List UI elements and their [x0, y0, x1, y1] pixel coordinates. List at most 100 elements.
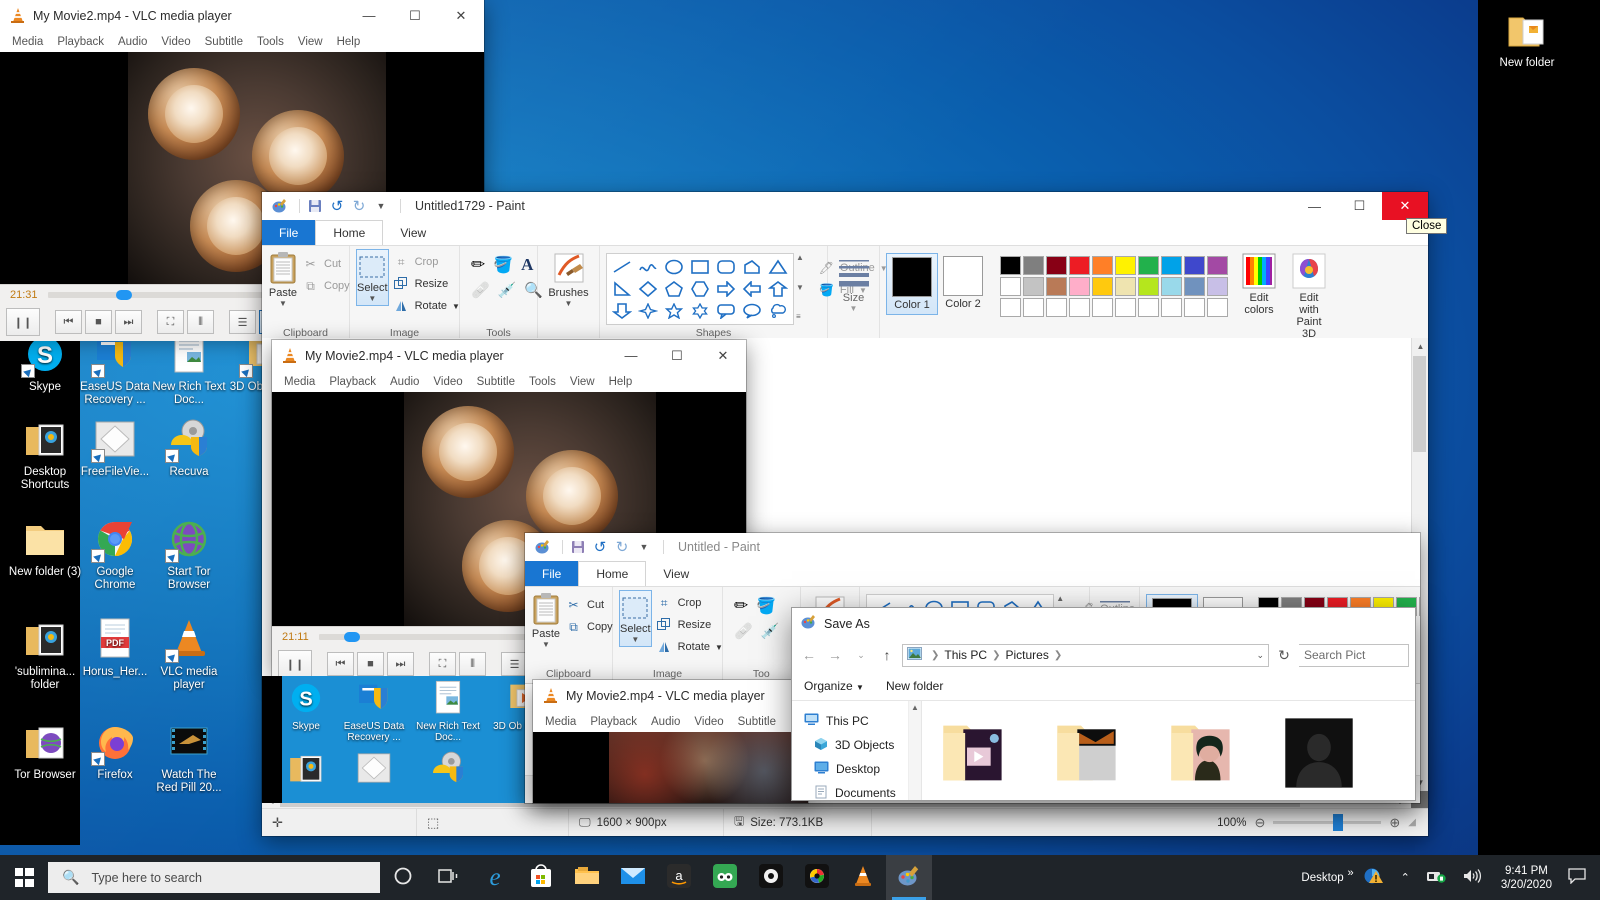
color-swatch-2-8[interactable]	[1161, 277, 1182, 296]
save-as-titlebar[interactable]: Save As	[792, 608, 1415, 639]
save-as-command-bar[interactable]: Organize ▼ New folder	[792, 671, 1415, 701]
taskbar-app-edge[interactable]: e	[472, 855, 518, 900]
menu-item-subtitle[interactable]: Subtitle	[205, 36, 253, 48]
taskbar-app-amazon[interactable]: a	[656, 855, 702, 900]
refresh-button[interactable]: ↻	[1273, 644, 1295, 666]
desktop-icon-easeus-data-recovery[interactable]: EaseUS Data Recovery ...	[78, 330, 152, 407]
color-picker-icon[interactable]: 💉	[761, 622, 780, 640]
taskbar-app-vlc[interactable]	[840, 855, 886, 900]
desktop-icon-watch-the-red-pill-20[interactable]: Watch The Red Pill 20...	[152, 718, 226, 795]
vlc-back-titlebar[interactable]: My Movie2.mp4 - VLC media player — ☐ ✕	[0, 0, 484, 31]
taskbar-search-box[interactable]: 🔍 Type here to search	[48, 862, 380, 893]
color-swatch-1-9[interactable]	[1184, 256, 1205, 275]
paint-back-quick-access-toolbar[interactable]: ↺ ↻ ▼ Untitled1729 - Paint — ☐ ✕	[262, 192, 1428, 220]
close-button[interactable]: ✕	[700, 340, 746, 371]
shapes-scroll-down-icon[interactable]: ▼	[796, 283, 804, 292]
desktop-icon-google-chrome[interactable]: Google Chrome	[78, 515, 152, 592]
pause-button[interactable]: ❙❙	[6, 308, 40, 336]
shape-triangle[interactable]	[765, 256, 791, 278]
rotate-button[interactable]: Rotate ▼	[652, 636, 727, 658]
taskbar-app-explorer[interactable]	[564, 855, 610, 900]
crop-button[interactable]: ⌗ Crop	[389, 251, 464, 273]
color-swatch-1-2[interactable]	[1023, 256, 1044, 275]
menu-item-tools[interactable]: Tools	[257, 36, 294, 48]
color-swatch-1-10[interactable]	[1207, 256, 1228, 275]
color-swatch-2-5[interactable]	[1092, 277, 1113, 296]
network-icon[interactable]	[1419, 868, 1453, 887]
taskbar-app-mail[interactable]	[610, 855, 656, 900]
shape-down-arrow[interactable]	[609, 300, 635, 322]
security-warning-icon[interactable]	[1356, 865, 1392, 890]
color-swatch-1-8[interactable]	[1161, 256, 1182, 275]
close-button[interactable]: ✕	[438, 0, 484, 31]
taskbar-clock[interactable]: 9:41 PM 3/20/2020	[1491, 864, 1562, 892]
color-swatch-1-1[interactable]	[1000, 256, 1021, 275]
desktop-icon-freefilevie[interactable]: FreeFileVie...	[78, 415, 152, 479]
save-as-body[interactable]: ▲ This PC 3D Objects Desktop Documents	[792, 701, 1415, 800]
shape-diamond[interactable]	[635, 278, 661, 300]
zoom-out-button[interactable]: ⊖	[1254, 815, 1265, 831]
scroll-up-arrow[interactable]: ▲	[909, 701, 921, 712]
shape-oval[interactable]	[661, 256, 687, 278]
tab-home[interactable]: Home	[578, 561, 647, 586]
select-button[interactable]: Select ▼	[356, 249, 389, 306]
resize-button[interactable]: Resize	[652, 614, 727, 636]
menu-item-playback[interactable]: Playback	[329, 376, 386, 388]
tab-file[interactable]: File	[262, 220, 316, 245]
save-icon[interactable]	[306, 197, 324, 215]
paste-button[interactable]: Paste ▼	[531, 590, 561, 649]
paint-back-tabs[interactable]: File Home View	[262, 220, 1428, 245]
menu-item-audio[interactable]: Audio	[118, 36, 157, 48]
stop-button[interactable]: ■	[357, 652, 384, 676]
cut-button[interactable]: ✂ Cut	[298, 253, 354, 275]
tab-view[interactable]: View	[383, 220, 443, 245]
menu-item-subtitle[interactable]: Subtitle	[477, 376, 525, 388]
zoom-controls[interactable]: 100% ⊖ ⊕ ◢	[1217, 814, 1428, 831]
scroll-up-arrow[interactable]: ▲	[1412, 338, 1428, 355]
paint-front-tabs[interactable]: File Home View	[525, 561, 1420, 586]
nav-item-documents[interactable]: Documents	[792, 781, 921, 800]
menu-item-help[interactable]: Help	[337, 36, 371, 48]
shapes-scroll-up-icon[interactable]: ▲	[796, 253, 804, 262]
back-button[interactable]: ←	[798, 644, 820, 666]
shape-line[interactable]	[609, 256, 635, 278]
vlc-back-menubar[interactable]: Media Playback Audio Video Subtitle Tools View…	[0, 31, 484, 52]
color-swatch-1-4[interactable]	[1069, 256, 1090, 275]
shape-right-arrow[interactable]	[713, 278, 739, 300]
minimize-button[interactable]: —	[346, 0, 392, 31]
zoom-in-button[interactable]: ⊕	[1389, 815, 1400, 831]
color-swatch-1-3[interactable]	[1046, 256, 1067, 275]
recent-locations-button[interactable]: ⌄	[850, 644, 872, 666]
menu-item-tools[interactable]: Tools	[529, 376, 566, 388]
shape-five-point-star[interactable]	[661, 300, 687, 322]
shape-rectangle[interactable]	[687, 256, 713, 278]
shape-up-arrow[interactable]	[765, 278, 791, 300]
breadcrumb-this-pc[interactable]: This PC	[944, 648, 987, 662]
breadcrumb-pictures[interactable]: Pictures	[1005, 648, 1048, 662]
color-swatch-3-9[interactable]	[1184, 298, 1205, 317]
paint-back-ribbon[interactable]: Paste ▼ ✂ Cut ⧉ Copy Clipboard Select ▼ …	[262, 245, 1428, 352]
tab-view[interactable]: View	[646, 561, 706, 586]
resize-grip[interactable]: ◢	[1408, 817, 1416, 828]
size-icon[interactable]	[837, 257, 871, 290]
shape-left-arrow[interactable]	[739, 278, 765, 300]
desktop-icon-horus-her[interactable]: PDF Horus_Her...	[78, 615, 152, 679]
nav-item-desktop[interactable]: Desktop	[792, 757, 921, 781]
copy-button[interactable]: ⧉ Copy	[561, 616, 617, 638]
menu-item-video[interactable]: Video	[161, 36, 200, 48]
navigation-pane[interactable]: ▲ This PC 3D Objects Desktop Documents	[792, 701, 922, 800]
color-swatch-2-2[interactable]	[1023, 277, 1044, 296]
address-dropdown-icon[interactable]: ⌄	[1256, 650, 1264, 661]
desktop-icon-start-tor-browser[interactable]: Start Tor Browser	[152, 515, 226, 592]
redo-icon[interactable]: ↻	[350, 197, 368, 215]
file-thumbnail[interactable]	[1278, 713, 1360, 793]
vertical-scroll-thumb[interactable]	[1413, 356, 1426, 452]
rotate-button[interactable]: Rotate ▼	[389, 295, 464, 317]
new-folder-button[interactable]: New folder	[886, 679, 943, 693]
color-swatch-3-10[interactable]	[1207, 298, 1228, 317]
tab-file[interactable]: File	[525, 561, 579, 586]
color-swatch-3-1[interactable]	[1000, 298, 1021, 317]
shape-cloud-callout[interactable]	[765, 300, 791, 322]
taskbar-app-color[interactable]	[794, 855, 840, 900]
desktop-icon-recuva[interactable]: Recuva	[152, 415, 226, 479]
